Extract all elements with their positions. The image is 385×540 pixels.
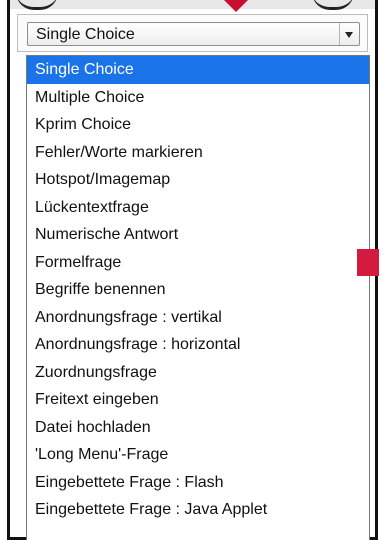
dropdown-option[interactable]: Lückentextfrage (27, 194, 369, 222)
dropdown-option[interactable]: Kprim Choice (27, 111, 369, 139)
dropdown-option[interactable]: Eingebettete Frage : Java Applet (27, 496, 369, 524)
dropdown-option[interactable]: Numerische Antwort (27, 221, 369, 249)
dropdown-option[interactable]: Zuordnungsfrage (27, 359, 369, 387)
dropdown-option[interactable]: Formelfrage (27, 249, 369, 277)
annotation-arrow-icon (224, 0, 248, 12)
dropdown-option[interactable]: 'Long Menu'-Frage (27, 441, 369, 469)
dropdown-option[interactable]: Datei hochladen (27, 414, 369, 442)
dropdown-option[interactable]: Multiple Choice (27, 84, 369, 112)
dropdown-option[interactable]: Fehler/Worte markieren (27, 139, 369, 167)
dropdown-option[interactable]: Hotspot/Imagemap (27, 166, 369, 194)
dropdown-option[interactable]: Freitext eingeben (27, 386, 369, 414)
option-selected[interactable]: Single Choice (27, 56, 369, 84)
option-list: Single Choice Multiple Choice Kprim Choice… (27, 56, 369, 524)
screenshot-frame: Single Choice Single Choice Multiple Choi… (7, 0, 379, 540)
question-type-dropdown-list: Single Choice Multiple Choice Kprim Choice… (26, 55, 370, 540)
question-type-select-container: Single Choice (17, 14, 368, 52)
select-current-value: Single Choice (36, 26, 135, 43)
dropdown-option[interactable]: Anordnungsfrage : horizontal (27, 331, 369, 359)
dropdown-option[interactable]: Begriffe benennen (27, 276, 369, 304)
chevron-down-icon[interactable] (339, 23, 359, 45)
annotation-marker (357, 249, 379, 276)
dropdown-option[interactable]: Anordnungsfrage : vertikal (27, 304, 369, 332)
question-type-select[interactable]: Single Choice (27, 22, 360, 46)
dropdown-option[interactable]: Eingebettete Frage : Flash (27, 469, 369, 497)
